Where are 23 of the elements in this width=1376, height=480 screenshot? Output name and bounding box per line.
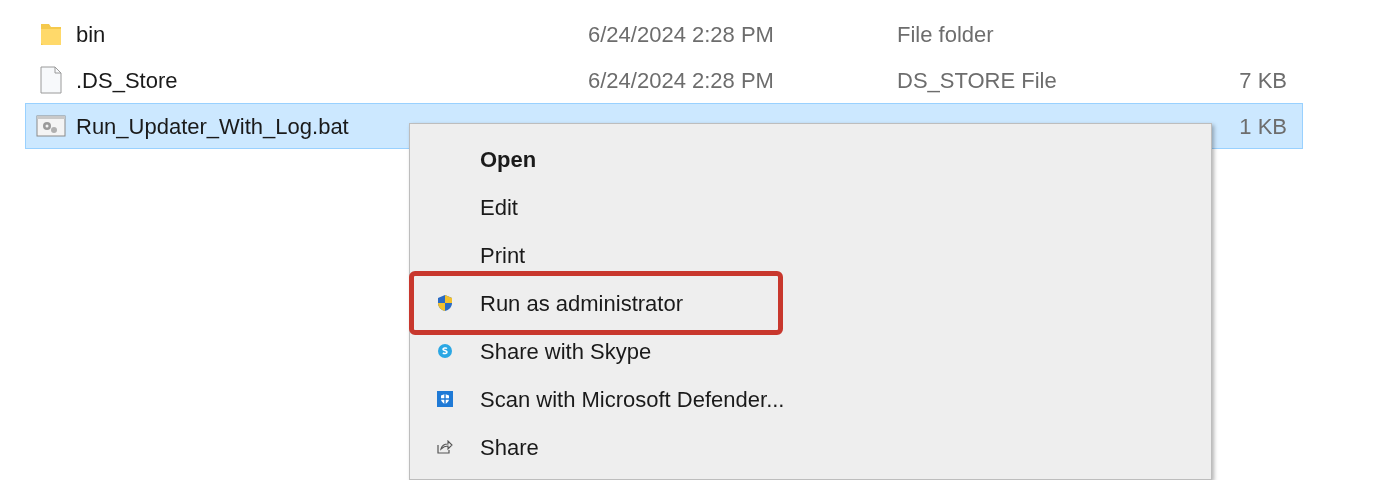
file-type: File folder	[897, 21, 994, 47]
menu-item[interactable]: Edit	[410, 183, 1211, 231]
file-size: 7 KB	[1239, 67, 1287, 93]
gears-icon	[36, 115, 66, 137]
shield-window-icon	[437, 391, 453, 407]
share-icon	[437, 440, 453, 454]
file-name: Run_Updater_With_Log.bat	[76, 113, 349, 139]
menu-item[interactable]: Open	[410, 135, 1211, 183]
file-name: .DS_Store	[76, 67, 178, 93]
file-date: 6/24/2024 2:28 PM	[588, 21, 774, 47]
menu-item[interactable]: Share	[410, 423, 1211, 471]
file-type: DS_STORE File	[897, 67, 1057, 93]
file-date: 6/24/2024 2:28 PM	[588, 67, 774, 93]
file-name: bin	[76, 21, 106, 47]
chat-bubble-icon	[437, 343, 453, 359]
file-row[interactable]: .DS_Store 6/24/2024 2:28 PM DS_STORE File 7 KB	[25, 57, 1303, 103]
menu-item[interactable]: Share with Skype	[410, 327, 1211, 375]
menu-item[interactable]: Print	[410, 231, 1211, 279]
menu-item[interactable]: Run as administrator	[410, 279, 1211, 327]
file-row[interactable]: bin 6/24/2024 2:28 PM File folder	[25, 11, 1303, 57]
menu-item[interactable]: Scan with Microsoft Defender...	[410, 375, 1211, 423]
file-size: 1 KB	[1239, 113, 1287, 139]
shield-icon	[437, 294, 453, 312]
